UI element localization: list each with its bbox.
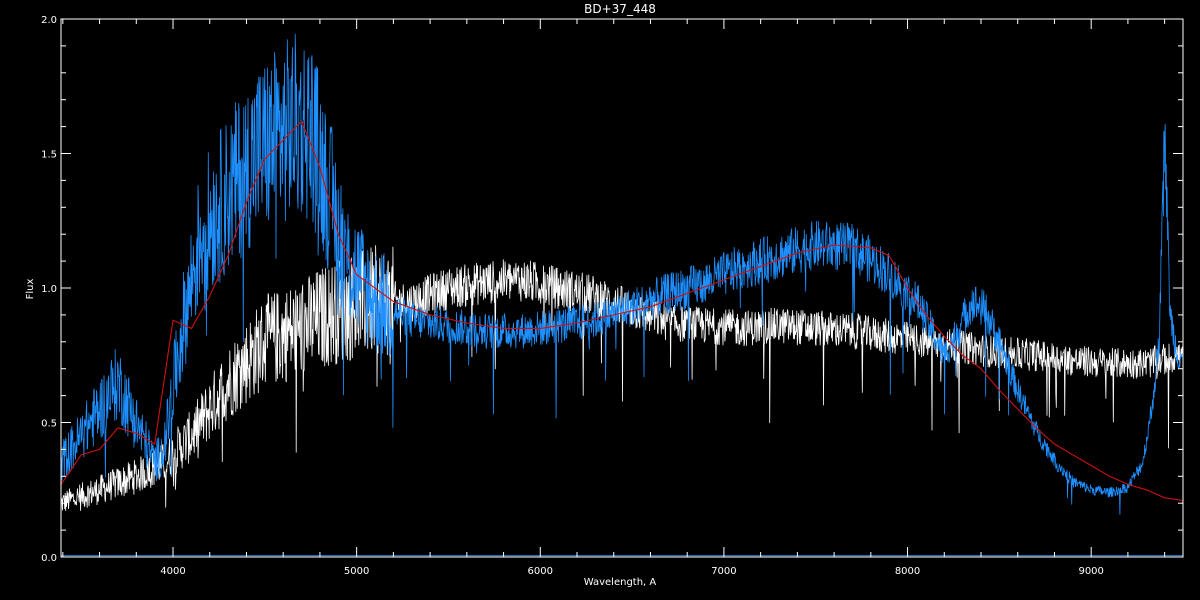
x-tick-label: 5000 [344,566,369,577]
x-tick-label: 6000 [528,566,553,577]
y-tick-label: 1.0 [41,284,57,295]
x-tick-label: 9000 [1078,566,1103,577]
y-tick-label: 1.5 [41,150,57,161]
y-tick-label: 2.0 [41,15,57,26]
y-tick-label: 0.0 [41,553,57,564]
y-axis-label: Flux [25,279,36,300]
chart-title: BD+37_448 [584,2,656,16]
x-tick-label: 8000 [895,566,920,577]
x-tick-label: 4000 [160,566,185,577]
y-tick-label: 0.5 [41,419,57,430]
spectrum-chart: BD+37_448 Wavelength, A Flux 4000 5000 600… [0,0,1200,600]
x-axis-label: Wavelength, A [584,577,657,588]
x-tick-label: 7000 [711,566,736,577]
